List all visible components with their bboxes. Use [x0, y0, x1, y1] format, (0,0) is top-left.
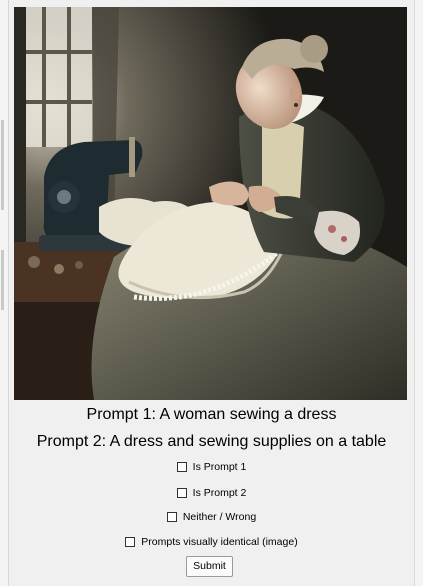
checkbox-neither-wrong[interactable]: [166, 512, 177, 522]
sewing-painting-image: [14, 7, 407, 400]
checkbox-is-prompt-2[interactable]: [176, 488, 187, 498]
scroll-mark: [1, 120, 4, 210]
option-neither-wrong[interactable]: Neither / Wrong: [0, 509, 423, 525]
option-label: Neither / Wrong: [182, 511, 257, 523]
submit-button[interactable]: Submit: [186, 556, 233, 577]
checkbox-is-prompt-1[interactable]: [176, 462, 187, 472]
option-label: Is Prompt 2: [192, 487, 247, 499]
prompt-2-text: Prompt 2: A dress and sewing supplies on…: [36, 433, 387, 450]
option-label: Prompts visually identical (image): [141, 536, 298, 548]
option-is-prompt-1[interactable]: Is Prompt 1: [0, 459, 423, 475]
checkbox-prompts-identical[interactable]: [125, 537, 136, 547]
scroll-mark: [1, 250, 4, 310]
option-label: Is Prompt 1: [192, 461, 247, 473]
prompt-1-text: Prompt 1: A woman sewing a dress: [86, 406, 337, 423]
option-is-prompt-2[interactable]: Is Prompt 2: [0, 485, 423, 501]
option-prompts-identical[interactable]: Prompts visually identical (image): [0, 534, 423, 550]
